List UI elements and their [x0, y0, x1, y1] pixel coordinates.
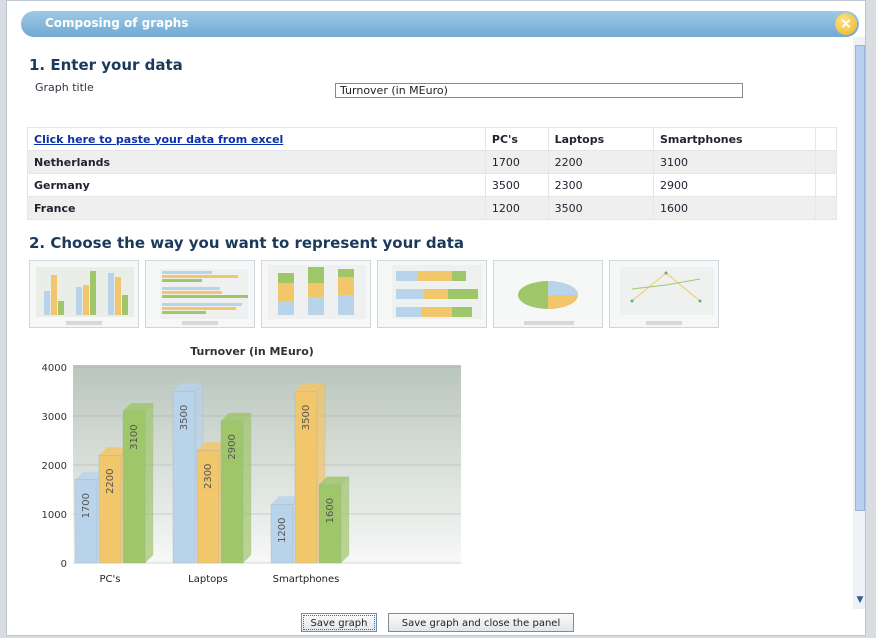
- table-cell[interactable]: 1600: [652, 196, 817, 220]
- x-tick-label: Laptops: [188, 574, 228, 585]
- table-cell[interactable]: 2900: [652, 173, 817, 197]
- table-cell[interactable]: 3500: [547, 196, 655, 220]
- bar-value-label: 1600: [325, 498, 336, 523]
- column-chart-icon: [36, 267, 134, 325]
- row-name[interactable]: France: [27, 196, 486, 220]
- bar-side: [144, 402, 154, 564]
- stacked-column-icon: [268, 265, 366, 319]
- chart-type-bar-thumb[interactable]: [145, 260, 255, 328]
- table-cell[interactable]: 3100: [652, 150, 817, 174]
- row-name[interactable]: Netherlands: [27, 150, 486, 174]
- bar-value-label: 2900: [227, 434, 238, 459]
- bar-value-label: 1200: [277, 517, 288, 542]
- bar-value-label: 3500: [301, 405, 312, 430]
- y-tick-label: 2000: [42, 461, 67, 472]
- y-tick-label: 3000: [42, 412, 67, 423]
- column-header: Laptops: [547, 127, 655, 151]
- y-tick-label: 4000: [42, 363, 67, 374]
- chart-type-stacked-column-thumb[interactable]: [261, 260, 371, 328]
- bar-side: [242, 412, 252, 564]
- line-chart-icon: [620, 267, 714, 325]
- scrollbar-thumb[interactable]: [855, 45, 865, 511]
- extra-column: [815, 127, 837, 151]
- bar-side: [340, 476, 350, 564]
- paste-excel-link[interactable]: Click here to paste your data from excel: [34, 133, 283, 146]
- bar-value-label: 1700: [81, 493, 92, 518]
- y-tick-label: 1000: [42, 510, 67, 521]
- table-cell[interactable]: 1200: [484, 196, 549, 220]
- bar-value-label: 2200: [105, 468, 116, 493]
- scroll-down-icon[interactable]: ▼: [855, 595, 865, 605]
- table-cell[interactable]: 2200: [547, 150, 655, 174]
- x-tick-label: Smartphones: [273, 574, 340, 585]
- bar-value-label: 2300: [203, 464, 214, 489]
- data-table: Click here to paste your data from excel…: [27, 127, 837, 220]
- save-close-button[interactable]: Save graph and close the panel: [388, 613, 574, 632]
- paste-cell: Click here to paste your data from excel: [27, 127, 486, 151]
- table-row: Germany 3500 2300 2900: [27, 173, 837, 197]
- bar: [74, 479, 98, 564]
- table-header-row: Click here to paste your data from excel…: [27, 127, 837, 151]
- row-name[interactable]: Germany: [27, 173, 486, 197]
- column-header: PC's: [484, 127, 549, 151]
- table-cell[interactable]: [815, 150, 837, 174]
- table-row: Netherlands 1700 2200 3100: [27, 150, 837, 174]
- close-icon[interactable]: ×: [835, 13, 857, 35]
- composing-dialog: Composing of graphs × 1. Enter your data…: [6, 0, 866, 636]
- y-axis: 0 1000 2000 3000 4000: [42, 363, 67, 570]
- chart-type-line-thumb[interactable]: [609, 260, 719, 328]
- table-cell[interactable]: [815, 173, 837, 197]
- save-graph-button[interactable]: Save graph: [301, 613, 377, 632]
- table-row: France 1200 3500 1600: [27, 196, 837, 220]
- bar-value-label: 3500: [179, 405, 190, 430]
- chart-type-column-thumb[interactable]: [29, 260, 139, 328]
- section-1-heading: 1. Enter your data: [29, 56, 183, 74]
- column-header: Smartphones: [652, 127, 817, 151]
- x-tick-label: PC's: [100, 574, 121, 585]
- stacked-bar-icon: [392, 265, 482, 319]
- dialog-title: Composing of graphs: [45, 16, 189, 30]
- section-2-heading: 2. Choose the way you want to represent …: [29, 234, 465, 252]
- graph-title-input[interactable]: [335, 83, 743, 98]
- dialog-titlebar: Composing of graphs ×: [21, 11, 859, 37]
- table-cell[interactable]: [815, 196, 837, 220]
- chart-area: Turnover (in MEuro) 0 1000 2000 3000 4000 17…: [27, 341, 467, 595]
- graph-title-label: Graph title: [35, 81, 94, 94]
- pie-chart-icon: [518, 281, 578, 325]
- bar-chart: Turnover (in MEuro) 0 1000 2000 3000 4000 17…: [42, 345, 461, 585]
- bar-value-label: 3100: [129, 424, 140, 449]
- table-cell[interactable]: 1700: [484, 150, 549, 174]
- chart-title: Turnover (in MEuro): [190, 345, 314, 358]
- x-axis: PC's Laptops Smartphones: [100, 574, 340, 585]
- table-cell[interactable]: 2300: [547, 173, 655, 197]
- chart-type-stacked-bar-thumb[interactable]: [377, 260, 487, 328]
- table-cell[interactable]: 3500: [484, 173, 549, 197]
- bar-chart-icon: [160, 269, 248, 325]
- y-tick-label: 0: [61, 559, 67, 570]
- chart-type-pie-thumb[interactable]: [493, 260, 603, 328]
